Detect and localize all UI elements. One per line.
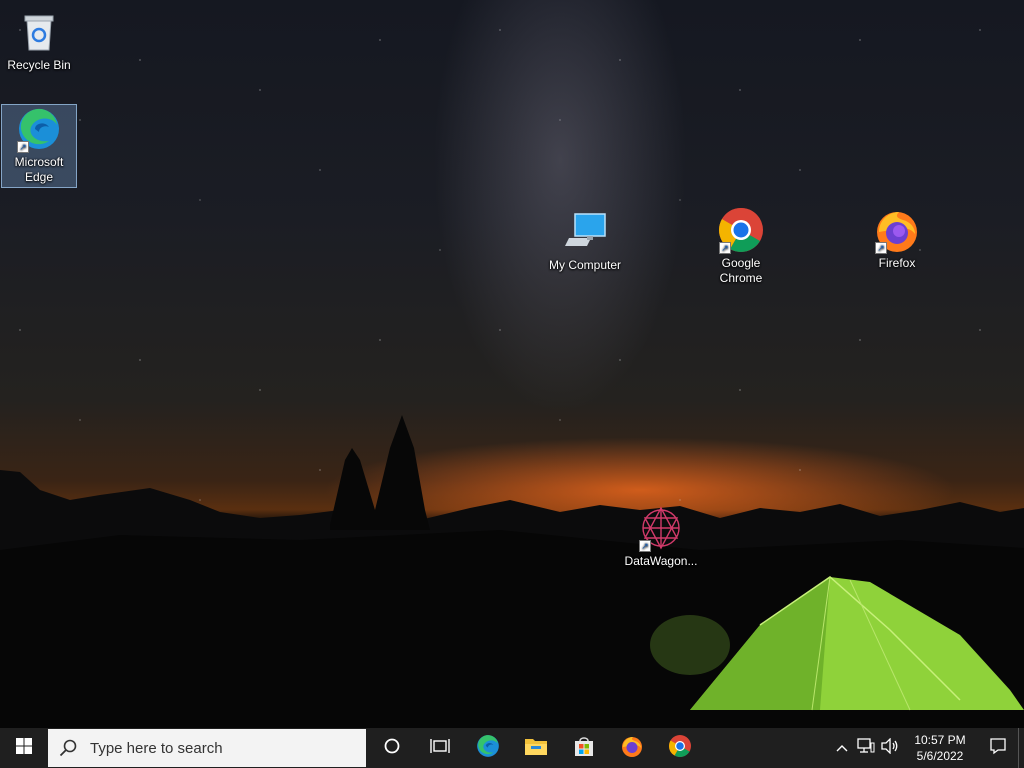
datawagon-icon: ↗ bbox=[637, 504, 685, 552]
firefox-icon bbox=[620, 734, 644, 763]
store-icon bbox=[573, 735, 595, 762]
shortcut-arrow-icon: ↗ bbox=[719, 242, 731, 254]
windows-logo-icon bbox=[16, 737, 32, 759]
edge-icon: ↗ bbox=[15, 105, 63, 153]
chrome-icon bbox=[668, 734, 692, 763]
network-button[interactable] bbox=[854, 728, 878, 768]
network-icon bbox=[857, 737, 875, 759]
task-view-icon bbox=[430, 737, 450, 760]
desktop-icon-label: Microsoft Edge bbox=[14, 155, 64, 184]
wallpaper-landscape bbox=[0, 415, 1024, 728]
action-center-button[interactable] bbox=[978, 728, 1018, 768]
taskbar: 10:57 PM 5/6/2022 bbox=[0, 728, 1024, 768]
system-tray: 10:57 PM 5/6/2022 bbox=[830, 728, 1024, 768]
desktop-icon-label: Google Chrome bbox=[719, 256, 763, 285]
cortana-icon bbox=[383, 737, 401, 760]
file-explorer-icon bbox=[524, 736, 548, 761]
taskbar-file-explorer-button[interactable] bbox=[512, 728, 560, 768]
desktop-icon-google-chrome[interactable]: ↗ Google Chrome bbox=[704, 206, 778, 286]
recycle-bin-icon bbox=[15, 8, 63, 56]
desktop-icon-label: Firefox bbox=[878, 256, 916, 270]
taskbar-chrome-button[interactable] bbox=[656, 728, 704, 768]
desktop-icon-firefox[interactable]: ↗ Firefox bbox=[860, 206, 934, 271]
desktop-icon-recycle-bin[interactable]: Recycle Bin bbox=[2, 8, 76, 73]
desktop-icon-label: DataWagon... bbox=[624, 554, 698, 568]
taskbar-clock[interactable]: 10:57 PM 5/6/2022 bbox=[902, 732, 978, 764]
desktop-icon-label: My Computer bbox=[548, 258, 622, 272]
shortcut-arrow-icon: ↗ bbox=[875, 242, 887, 254]
start-button[interactable] bbox=[0, 728, 48, 768]
volume-button[interactable] bbox=[878, 728, 902, 768]
task-view-button[interactable] bbox=[416, 728, 464, 768]
search-icon bbox=[48, 739, 88, 757]
computer-icon bbox=[561, 208, 609, 256]
firefox-icon: ↗ bbox=[873, 206, 921, 254]
clock-date: 5/6/2022 bbox=[916, 749, 964, 763]
clock-time: 10:57 PM bbox=[914, 733, 966, 747]
notification-icon bbox=[989, 737, 1007, 760]
show-desktop-button[interactable] bbox=[1018, 728, 1024, 768]
cortana-button[interactable] bbox=[368, 728, 416, 768]
desktop[interactable]: Recycle Bin ↗ Microsoft Edge My Computer bbox=[0, 0, 1024, 728]
chevron-up-icon bbox=[836, 739, 848, 757]
desktop-icon-label: Recycle Bin bbox=[7, 58, 71, 72]
taskbar-store-button[interactable] bbox=[560, 728, 608, 768]
chrome-icon: ↗ bbox=[717, 206, 765, 254]
edge-icon bbox=[475, 733, 501, 764]
shortcut-arrow-icon: ↗ bbox=[639, 540, 651, 552]
show-hidden-icons-button[interactable] bbox=[830, 728, 854, 768]
search-input[interactable] bbox=[88, 738, 352, 758]
taskbar-search-box[interactable] bbox=[48, 729, 366, 767]
taskbar-edge-button[interactable] bbox=[464, 728, 512, 768]
taskbar-firefox-button[interactable] bbox=[608, 728, 656, 768]
shortcut-arrow-icon: ↗ bbox=[17, 141, 29, 153]
desktop-icon-datawagon[interactable]: ↗ DataWagon... bbox=[624, 504, 698, 569]
desktop-icon-microsoft-edge[interactable]: ↗ Microsoft Edge bbox=[1, 104, 77, 188]
desktop-icon-my-computer[interactable]: My Computer bbox=[548, 208, 622, 273]
speaker-icon bbox=[881, 736, 899, 759]
